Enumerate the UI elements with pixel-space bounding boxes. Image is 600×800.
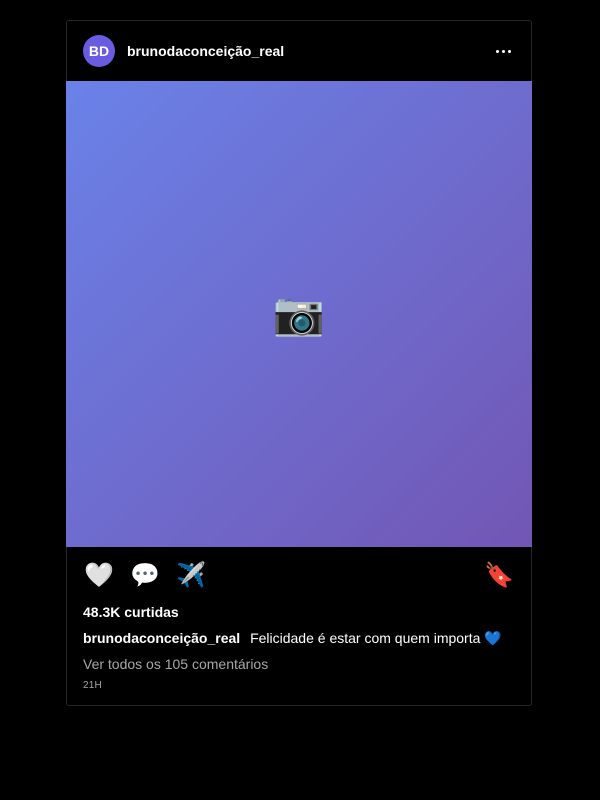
- heart-icon: 🤍: [84, 561, 114, 589]
- comment-button[interactable]: 💬: [129, 559, 161, 591]
- post-timestamp: 21H: [83, 680, 102, 691]
- airplane-icon: ✈️: [176, 561, 206, 589]
- camera-icon: 📷: [272, 290, 326, 337]
- comment-icon: 💬: [130, 561, 160, 589]
- avatar[interactable]: BD: [83, 35, 115, 67]
- caption-username[interactable]: brunodaconceição_real: [83, 630, 240, 646]
- post-image[interactable]: 📷: [66, 81, 532, 547]
- caption: brunodaconceição_real Felicidade é estar…: [67, 629, 531, 647]
- more-dots-icon: [495, 49, 511, 53]
- action-bar: 🤍 💬 ✈️ 🔖: [67, 547, 531, 603]
- view-comments-link[interactable]: Ver todos os 105 comentários: [67, 655, 531, 673]
- post-header: BD brunodaconceição_real: [67, 21, 531, 81]
- save-button[interactable]: 🔖: [483, 559, 515, 591]
- like-button[interactable]: 🤍: [83, 559, 115, 591]
- caption-text: Felicidade é estar com quem importa 💙: [250, 630, 502, 646]
- post-card: BD brunodaconceição_real 📷 🤍 💬 ✈️ 🔖 48.3…: [66, 20, 532, 706]
- likes-count[interactable]: 48.3K curtidas: [67, 603, 531, 621]
- post-username[interactable]: brunodaconceição_real: [127, 43, 491, 59]
- share-button[interactable]: ✈️: [175, 559, 207, 591]
- more-options-button[interactable]: [491, 39, 515, 63]
- bookmark-icon: 🔖: [484, 561, 514, 589]
